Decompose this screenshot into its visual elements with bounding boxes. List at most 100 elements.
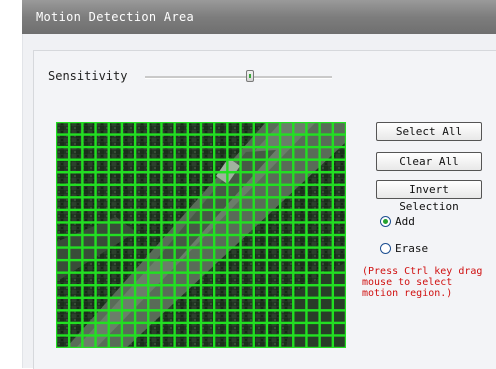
grid-cell[interactable] <box>148 247 162 261</box>
grid-cell[interactable] <box>213 259 228 273</box>
grid-cell[interactable] <box>279 209 294 223</box>
grid-cell[interactable] <box>95 172 109 185</box>
grid-cell[interactable] <box>240 310 254 324</box>
grid-cell[interactable] <box>306 335 320 348</box>
grid-cell[interactable] <box>56 310 70 324</box>
grid-cell[interactable] <box>134 259 149 273</box>
grid-cell[interactable] <box>253 146 268 160</box>
grid-cell[interactable] <box>293 172 307 185</box>
grid-cell[interactable] <box>293 146 307 160</box>
grid-cell[interactable] <box>174 297 189 311</box>
invert-selection-button[interactable]: Invert Selection <box>376 180 482 213</box>
grid-cell[interactable] <box>253 322 268 336</box>
grid-cell[interactable] <box>108 184 123 198</box>
grid-cell[interactable] <box>253 172 268 185</box>
grid-cell[interactable] <box>95 134 109 148</box>
grid-cell[interactable] <box>134 197 149 211</box>
grid-cell[interactable] <box>200 259 215 273</box>
grid-cell[interactable] <box>240 197 254 211</box>
grid-cell[interactable] <box>266 159 281 173</box>
grid-cell[interactable] <box>293 259 307 273</box>
grid-cell[interactable] <box>121 209 136 223</box>
grid-cell[interactable] <box>134 285 149 298</box>
grid-cell[interactable] <box>332 197 346 211</box>
grid-cell[interactable] <box>121 335 136 348</box>
grid-cell[interactable] <box>82 159 96 173</box>
grid-cell[interactable] <box>266 272 281 286</box>
grid-cell[interactable] <box>82 184 96 198</box>
grid-cell[interactable] <box>82 222 96 236</box>
grid-cell[interactable] <box>279 285 294 298</box>
grid-cell[interactable] <box>187 122 202 135</box>
grid-cell[interactable] <box>266 122 281 135</box>
grid-cell[interactable] <box>121 297 136 311</box>
grid-cell[interactable] <box>253 335 268 348</box>
grid-cell[interactable] <box>293 159 307 173</box>
grid-cell[interactable] <box>95 122 109 135</box>
grid-cell[interactable] <box>240 222 254 236</box>
grid-cell[interactable] <box>108 285 123 298</box>
grid-cell[interactable] <box>306 197 320 211</box>
grid-cell[interactable] <box>319 134 334 148</box>
grid-cell[interactable] <box>82 234 96 248</box>
grid-cell[interactable] <box>279 297 294 311</box>
grid-cell[interactable] <box>161 234 175 248</box>
grid-cell[interactable] <box>148 184 162 198</box>
grid-cell[interactable] <box>332 122 346 135</box>
grid-cell[interactable] <box>187 297 202 311</box>
grid-cell[interactable] <box>95 184 109 198</box>
grid-cell[interactable] <box>121 285 136 298</box>
grid-cell[interactable] <box>56 285 70 298</box>
grid-cell[interactable] <box>227 259 241 273</box>
grid-cell[interactable] <box>108 234 123 248</box>
grid-cell[interactable] <box>319 297 334 311</box>
grid-cell[interactable] <box>213 234 228 248</box>
grid-cell[interactable] <box>161 146 175 160</box>
grid-cell[interactable] <box>293 234 307 248</box>
grid-cell[interactable] <box>82 310 96 324</box>
grid-cell[interactable] <box>279 310 294 324</box>
grid-cell[interactable] <box>68 259 83 273</box>
grid-cell[interactable] <box>148 297 162 311</box>
grid-cell[interactable] <box>279 335 294 348</box>
grid-cell[interactable] <box>108 335 123 348</box>
grid-cell[interactable] <box>293 285 307 298</box>
grid-cell[interactable] <box>82 272 96 286</box>
grid-cell[interactable] <box>187 285 202 298</box>
grid-cell[interactable] <box>319 322 334 336</box>
grid-cell[interactable] <box>134 247 149 261</box>
grid-cell[interactable] <box>134 222 149 236</box>
grid-cell[interactable] <box>161 272 175 286</box>
grid-cell[interactable] <box>121 146 136 160</box>
grid-cell[interactable] <box>95 310 109 324</box>
grid-cell[interactable] <box>293 297 307 311</box>
grid-cell[interactable] <box>200 134 215 148</box>
grid-cell[interactable] <box>68 159 83 173</box>
grid-cell[interactable] <box>148 259 162 273</box>
grid-cell[interactable] <box>148 159 162 173</box>
grid-cell[interactable] <box>82 122 96 135</box>
grid-cell[interactable] <box>319 172 334 185</box>
grid-cell[interactable] <box>306 285 320 298</box>
grid-cell[interactable] <box>161 310 175 324</box>
grid-cell[interactable] <box>148 322 162 336</box>
grid-cell[interactable] <box>279 122 294 135</box>
grid-cell[interactable] <box>332 146 346 160</box>
grid-cell[interactable] <box>134 184 149 198</box>
grid-cell[interactable] <box>213 146 228 160</box>
grid-cell[interactable] <box>279 222 294 236</box>
grid-cell[interactable] <box>332 184 346 198</box>
grid-cell[interactable] <box>279 184 294 198</box>
add-radio[interactable]: Add <box>380 215 415 228</box>
grid-cell[interactable] <box>240 322 254 336</box>
grid-cell[interactable] <box>200 234 215 248</box>
grid-cell[interactable] <box>174 259 189 273</box>
grid-cell[interactable] <box>332 259 346 273</box>
grid-cell[interactable] <box>68 310 83 324</box>
grid-cell[interactable] <box>68 172 83 185</box>
grid-cell[interactable] <box>293 247 307 261</box>
grid-cell[interactable] <box>279 259 294 273</box>
grid-cell[interactable] <box>121 310 136 324</box>
grid-cell[interactable] <box>227 184 241 198</box>
grid-cell[interactable] <box>213 272 228 286</box>
